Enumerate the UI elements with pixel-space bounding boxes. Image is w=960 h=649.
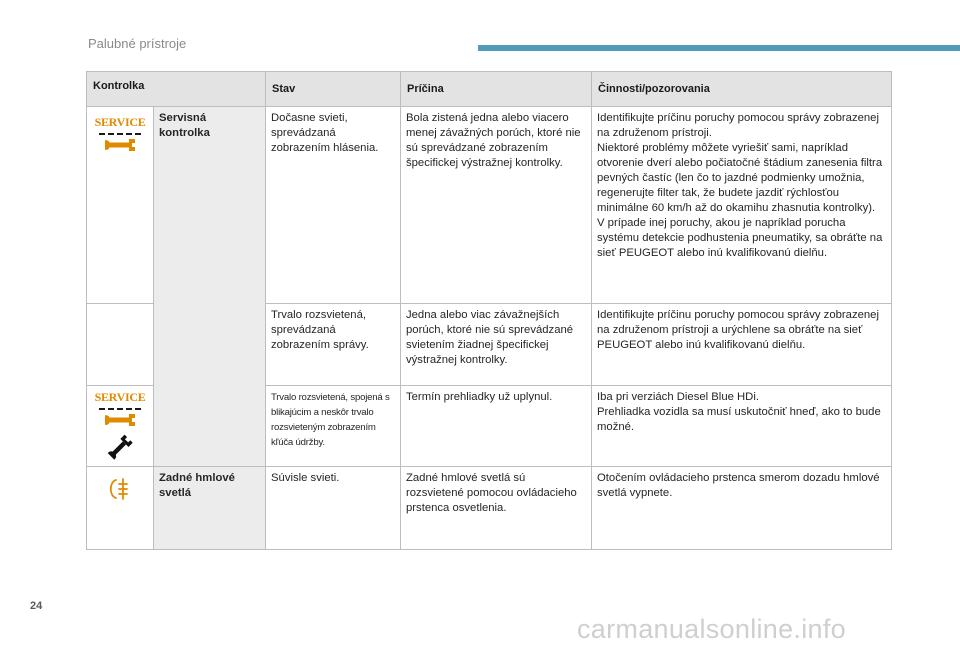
table-header-row: Kontrolka Stav Príčina Činnosti/pozorova… [86, 71, 892, 107]
column-header-kontrolka: Kontrolka [86, 71, 266, 107]
warning-lights-table: Kontrolka Stav Príčina Činnosti/pozorova… [86, 71, 892, 550]
service-light-name: Servisná kontrolka [153, 106, 266, 467]
section-title: Palubné prístroje [88, 36, 187, 51]
state-cell: Dočasne svieti, sprevádzaná zobrazením h… [265, 106, 401, 304]
maintenance-wrench-icon [107, 434, 133, 460]
state-cell: Trvalo rozsvietená, sprevádzaná zobrazen… [265, 303, 401, 386]
service-light-icon: SERVICE [95, 115, 146, 153]
service-icon-cell: SERVICE [86, 106, 154, 304]
service-icon-label: SERVICE [94, 115, 146, 129]
rear-fog-light-icon [109, 478, 128, 500]
service-wrench-icon-cell: SERVICE [86, 385, 154, 467]
table-row: SERVICE Servisná kontrolka Dočasne sviet… [86, 106, 892, 467]
action-cell: Iba pri verziách Diesel Blue HDi. Prehli… [591, 385, 892, 467]
header-accent-bar [478, 45, 960, 51]
action-cell: Identifikujte príčinu poruchy pomocou sp… [591, 303, 892, 386]
cause-cell: Bola zistená jedna alebo viacero menej z… [400, 106, 592, 304]
wrench-icon [104, 414, 135, 426]
column-header-cinnosti: Činnosti/pozorovania [591, 71, 892, 107]
cause-cell: Jedna alebo viac závažnejších porúch, kt… [400, 303, 592, 386]
fog-icon-cell [86, 466, 154, 550]
service-icon-label: SERVICE [94, 390, 146, 404]
wrench-icon [104, 139, 135, 151]
watermark: carmanualsonline.info [577, 614, 846, 644]
action-cell: Otočením ovládacieho prstenca smerom doz… [591, 466, 892, 550]
state-cell: Trvalo rozsvietená, spojená s blikajúcim… [265, 385, 401, 467]
action-cell: Identifikujte príčinu poruchy pomocou sp… [591, 106, 892, 304]
page-number: 24 [30, 600, 43, 612]
service-icon-cell-empty [86, 303, 154, 386]
cause-cell: Zadné hmlové svetlá sú rozsvietené pomoc… [400, 466, 592, 550]
column-header-stav: Stav [265, 71, 401, 107]
service-light-icon: SERVICE [95, 390, 146, 428]
fog-light-name: Zadné hmlové svetlá [153, 466, 266, 550]
table-row: Zadné hmlové svetlá Súvisle svieti. Zadn… [86, 466, 892, 550]
state-cell: Súvisle svieti. [265, 466, 401, 550]
cause-cell: Termín prehliadky už uplynul. [400, 385, 592, 467]
column-header-pricina: Príčina [400, 71, 592, 107]
